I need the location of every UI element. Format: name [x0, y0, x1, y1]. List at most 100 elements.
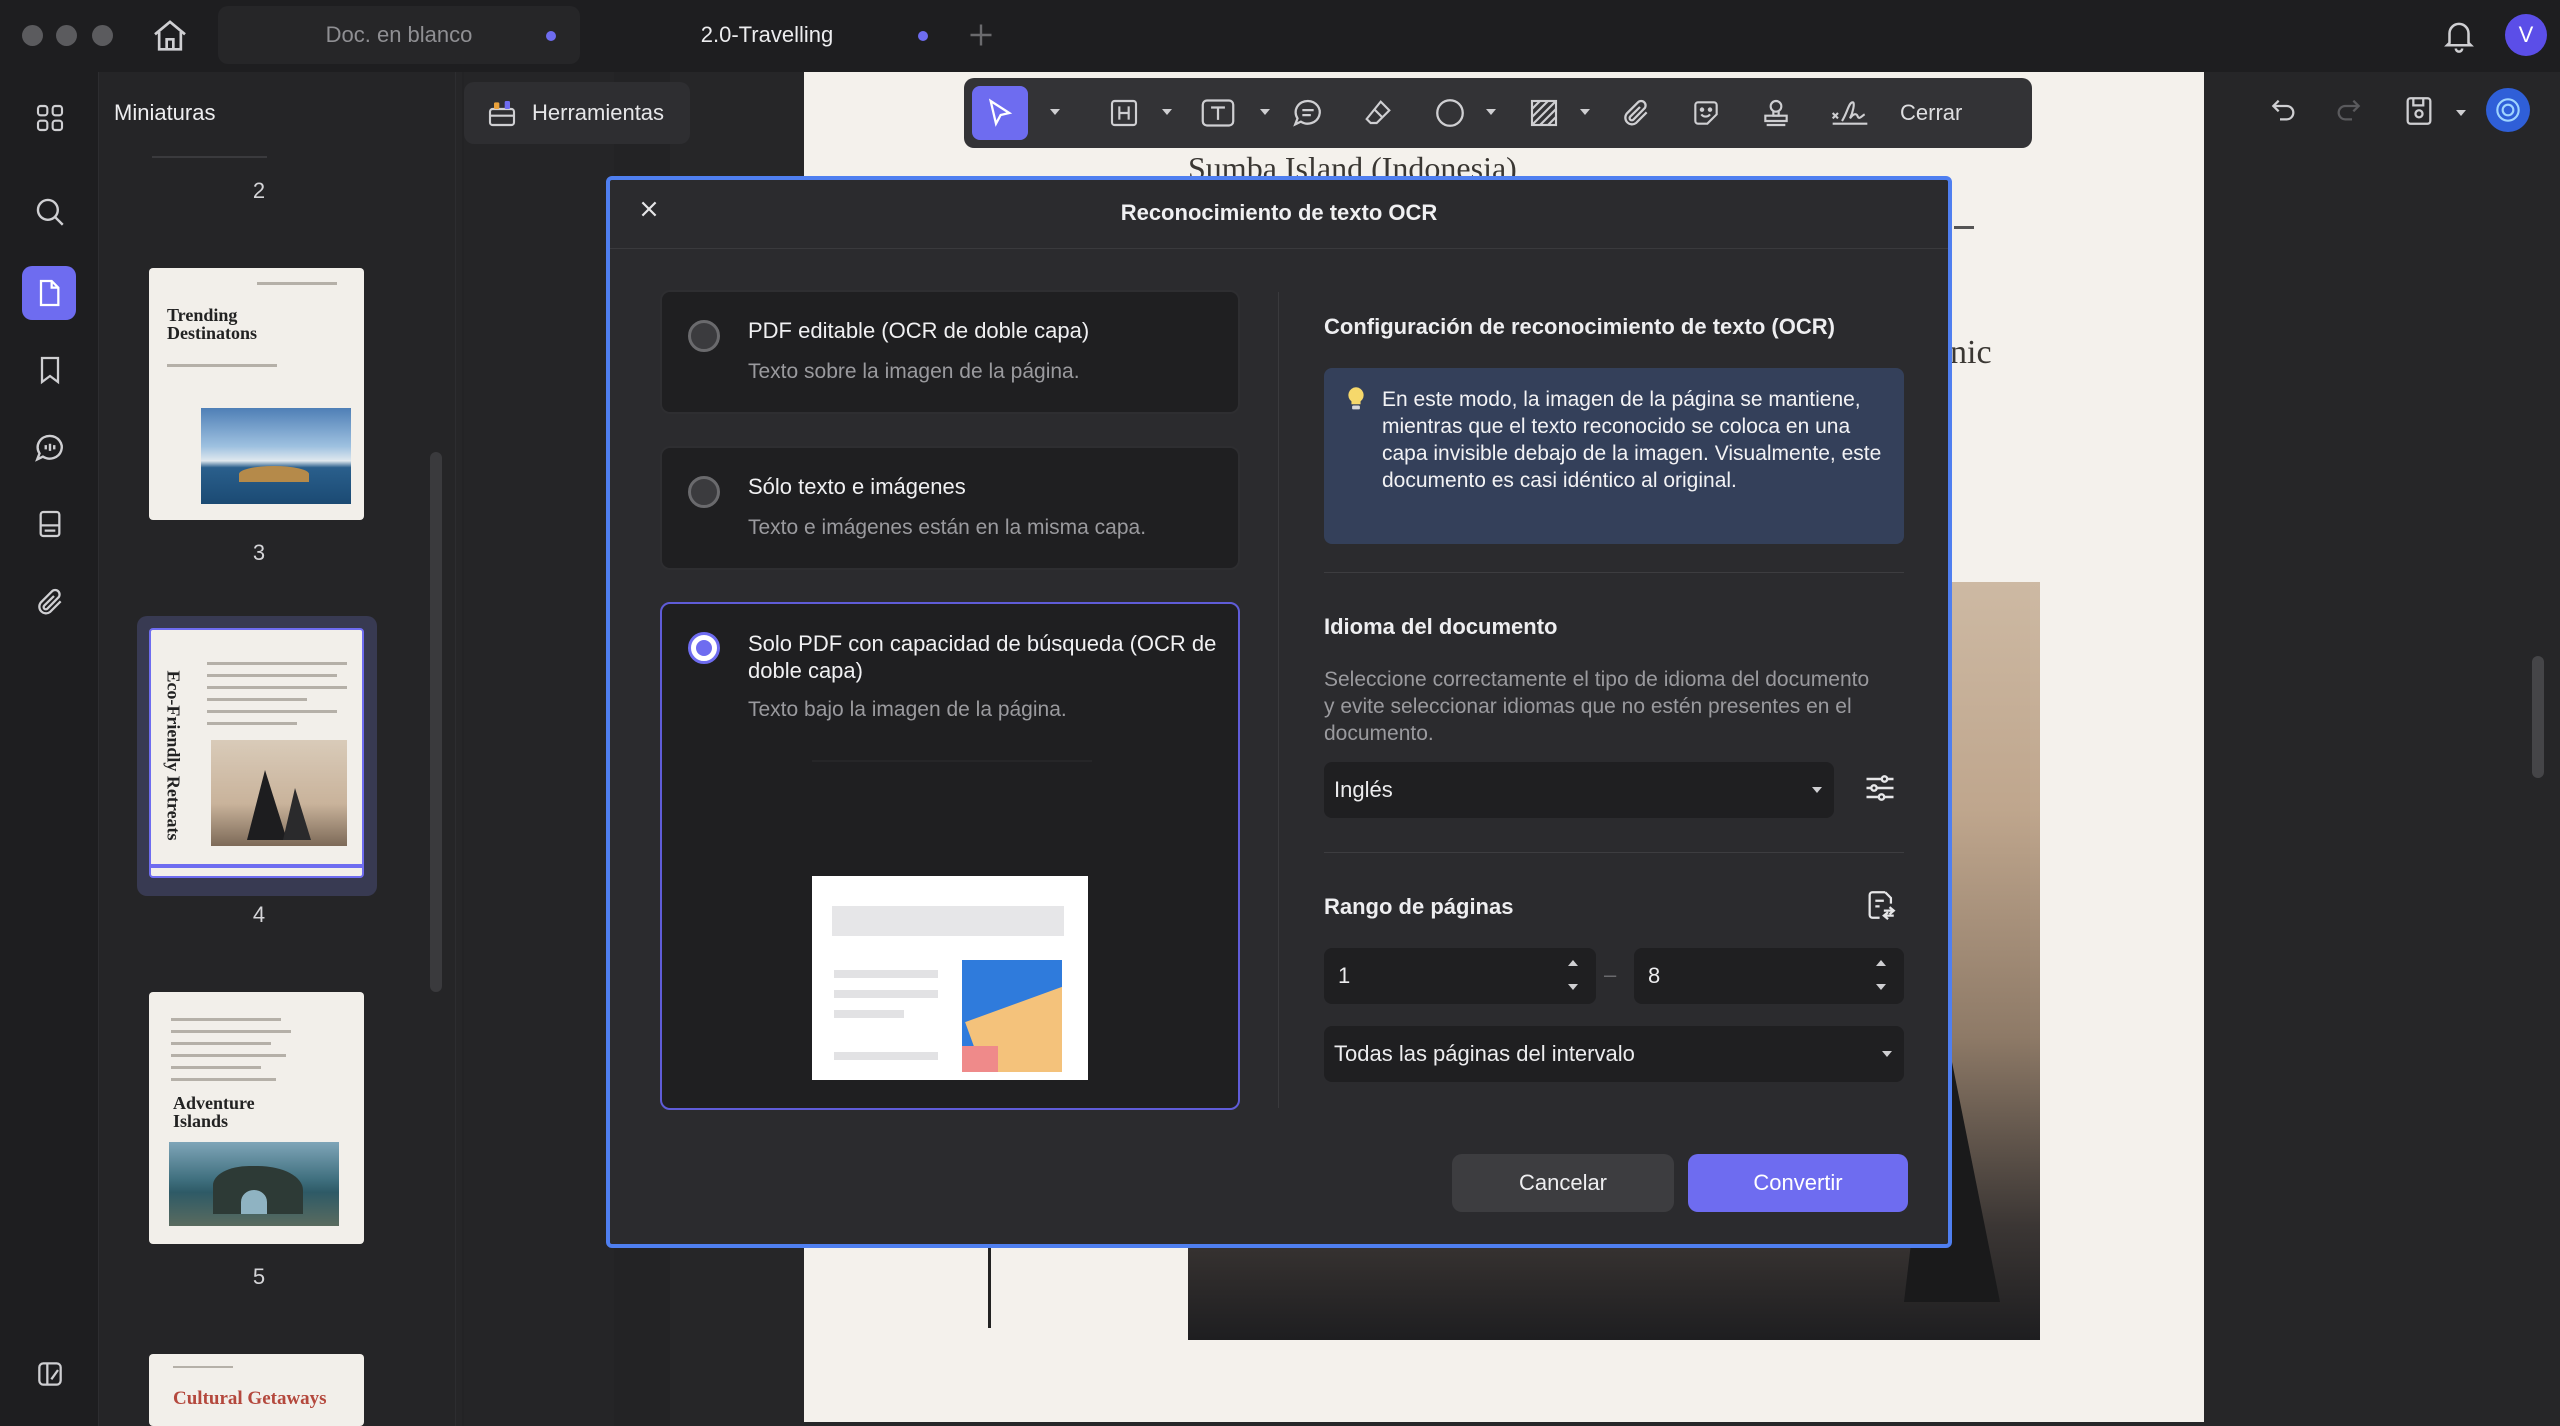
- page-thumbnail-6[interactable]: Cultural Getaways: [149, 1354, 364, 1426]
- home-icon[interactable]: [150, 16, 190, 56]
- preview-line: [834, 990, 938, 998]
- tab-label: Doc. en blanco: [325, 22, 473, 47]
- language-settings-sliders-icon[interactable]: [1862, 770, 1898, 806]
- bookmark-icon[interactable]: [28, 348, 72, 392]
- text-line: [257, 282, 337, 285]
- window-zoom-control[interactable]: [92, 25, 113, 46]
- form-document-icon[interactable]: [28, 502, 72, 546]
- redo-icon[interactable]: [2332, 94, 2364, 126]
- range-title: Rango de páginas: [1324, 894, 1514, 919]
- save-icon[interactable]: [2402, 94, 2436, 128]
- thumbnails-page-icon[interactable]: [22, 266, 76, 320]
- eraser-icon[interactable]: [1358, 93, 1398, 133]
- range-to-stepper[interactable]: 8: [1634, 948, 1904, 1004]
- window-minimize-control[interactable]: [56, 25, 77, 46]
- config-title: Configuración de reconocimiento de texto…: [1324, 314, 1835, 339]
- chevron-down-icon[interactable]: [1050, 109, 1060, 115]
- textbox-icon[interactable]: [1198, 93, 1238, 133]
- divider: [812, 760, 1092, 762]
- attachment-icon[interactable]: [1616, 93, 1656, 133]
- thumbnail-underline: [151, 864, 362, 868]
- bell-icon[interactable]: [2440, 16, 2478, 54]
- chevron-down-icon: [1812, 787, 1822, 793]
- page-range-swap-icon[interactable]: [1864, 888, 1898, 922]
- text-line: [1954, 226, 1974, 229]
- tools-button[interactable]: Herramientas: [464, 82, 690, 144]
- sticker-icon[interactable]: [1686, 93, 1726, 133]
- preview-image: [962, 960, 1062, 1072]
- page-number: 5: [252, 1264, 266, 1289]
- ai-assistant-icon[interactable]: [2486, 88, 2530, 132]
- divider: [1278, 292, 1279, 1108]
- user-avatar[interactable]: V: [2505, 14, 2547, 56]
- text-line: [171, 1030, 291, 1033]
- language-select[interactable]: Inglés: [1324, 762, 1834, 818]
- chevron-down-icon[interactable]: [1260, 109, 1270, 115]
- range-mode-select[interactable]: Todas las páginas del intervalo: [1324, 1026, 1904, 1082]
- close-edit-button[interactable]: Cerrar: [1900, 100, 1962, 126]
- page-thumbnail-4[interactable]: Eco-Friendly Retreats: [149, 628, 364, 878]
- island-shape: [239, 466, 309, 482]
- range-from-stepper[interactable]: 1: [1324, 948, 1596, 1004]
- toolbox-icon: [486, 97, 518, 129]
- rock-shape: [247, 770, 287, 840]
- cancel-button[interactable]: Cancelar: [1452, 1154, 1674, 1212]
- right-gutter: [2204, 72, 2560, 1426]
- comments-icon[interactable]: [28, 426, 72, 470]
- undo-icon[interactable]: [2268, 94, 2300, 126]
- option-subtitle: Texto sobre la imagen de la página.: [748, 360, 1080, 383]
- page-thumbnail-3[interactable]: Trending Destinatons: [149, 268, 364, 520]
- page-thumbnail-5[interactable]: Adventure Islands: [149, 992, 364, 1244]
- text-line: [207, 686, 347, 689]
- search-icon[interactable]: [28, 190, 72, 234]
- apps-grid-icon[interactable]: [28, 96, 72, 140]
- chevron-down-icon[interactable]: [1486, 109, 1496, 115]
- chevron-down-icon[interactable]: [1162, 109, 1172, 115]
- ocr-option-text-images[interactable]: Sólo texto e imágenes Texto e imágenes e…: [660, 446, 1240, 570]
- radio-searchable-selected[interactable]: [688, 632, 720, 664]
- heading-icon[interactable]: [1104, 93, 1144, 133]
- preview-illustration: [812, 876, 1088, 1080]
- thumbnails-scrollbar[interactable]: [430, 452, 442, 992]
- tab-doc-en-blanco[interactable]: Doc. en blanco: [218, 6, 580, 64]
- language-title: Idioma del documento: [1324, 614, 1558, 639]
- ocr-option-editable[interactable]: PDF editable (OCR de doble capa) Texto s…: [660, 290, 1240, 414]
- convert-button[interactable]: Convertir: [1688, 1154, 1908, 1212]
- range-mode-value: Todas las páginas del intervalo: [1334, 1041, 1635, 1066]
- text-line: [207, 722, 297, 725]
- text-line: [207, 674, 337, 677]
- chevron-down-icon[interactable]: [2456, 110, 2466, 116]
- option-title: Solo PDF con capacidad de búsqueda (OCR …: [748, 631, 1217, 683]
- attachment-clip-icon[interactable]: [28, 580, 72, 624]
- range-from-value: 1: [1338, 963, 1351, 988]
- stepper-down-icon[interactable]: [1876, 984, 1886, 990]
- divider: [1324, 572, 1904, 573]
- range-separator: –: [1604, 962, 1617, 987]
- arch-hole: [241, 1190, 267, 1214]
- select-arrow-icon[interactable]: [980, 93, 1020, 133]
- radio-text-images[interactable]: [688, 476, 720, 508]
- new-tab-plus-icon[interactable]: [966, 20, 996, 50]
- option-subtitle: Texto bajo la imagen de la página.: [748, 698, 1067, 721]
- signature-icon[interactable]: [1830, 93, 1870, 133]
- shape-circle-icon[interactable]: [1430, 93, 1470, 133]
- stepper-down-icon[interactable]: [1568, 984, 1578, 990]
- radio-editable[interactable]: [688, 320, 720, 352]
- tab-travelling[interactable]: 2.0-Travelling: [582, 6, 952, 64]
- ocr-option-searchable[interactable]: Solo PDF con capacidad de búsqueda (OCR …: [660, 602, 1240, 1110]
- stamp-icon[interactable]: [1756, 93, 1796, 133]
- comment-icon[interactable]: [1288, 93, 1328, 133]
- option-title: Sólo texto e imágenes: [748, 474, 966, 499]
- stepper-up-icon[interactable]: [1876, 960, 1886, 966]
- window-close-control[interactable]: [22, 25, 43, 46]
- stepper-up-icon[interactable]: [1568, 960, 1578, 966]
- text-line: [207, 698, 307, 701]
- preview-shape: [962, 1046, 998, 1072]
- chevron-down-icon[interactable]: [1580, 109, 1590, 115]
- thumbnail-title: Trending Destinatons: [167, 305, 258, 343]
- page-number: 3: [252, 540, 266, 565]
- document-scrollbar[interactable]: [2532, 656, 2544, 778]
- hatch-area-icon[interactable]: [1524, 93, 1564, 133]
- option-title: PDF editable (OCR de doble capa): [748, 318, 1090, 343]
- sidebar-toggle-icon[interactable]: [28, 1352, 72, 1396]
